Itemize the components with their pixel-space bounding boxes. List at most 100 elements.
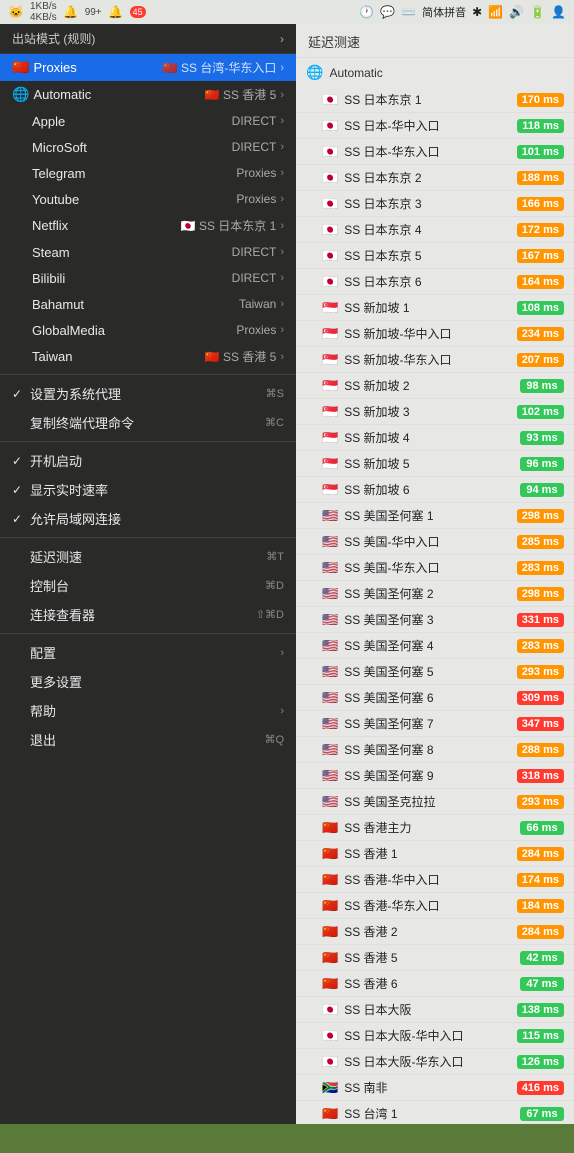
latency-item[interactable]: 🇸🇬SS 新加坡-华东入口207 ms	[296, 347, 574, 373]
menu-item-automatic[interactable]: 🌐 Automatic 🇨🇳 SS 香港 5 ›	[0, 81, 296, 108]
ms-label: MicroSoft	[32, 140, 232, 155]
clock-icon: 🕐	[359, 5, 374, 19]
latency-badge: 118 ms	[517, 119, 564, 133]
latency-item[interactable]: 🇯🇵SS 日本大阪138 ms	[296, 997, 574, 1023]
speed-check: ✓	[12, 483, 28, 497]
latency-item[interactable]: 🇺🇸SS 美国圣何塞 6309 ms	[296, 685, 574, 711]
latency-badge: 416 ms	[517, 1081, 564, 1095]
latency-item[interactable]: 🇨🇳SS 香港 647 ms	[296, 971, 574, 997]
help-label: 帮助	[30, 701, 280, 720]
menu-item-steam[interactable]: Steam DIRECT ›	[0, 239, 296, 265]
latency-item[interactable]: 🇺🇸SS 美国圣何塞 7347 ms	[296, 711, 574, 737]
latency-badge: 126 ms	[517, 1055, 564, 1069]
gm-arrow: ›	[280, 324, 284, 336]
menu-item-help[interactable]: ✓ 帮助 ›	[0, 696, 296, 725]
latency-name: SS 美国圣何塞 4	[344, 637, 517, 654]
latency-item[interactable]: 🇺🇸SS 美国圣何塞 8288 ms	[296, 737, 574, 763]
menu-item-bahamut[interactable]: Bahamut Taiwan ›	[0, 291, 296, 317]
latency-item[interactable]: 🇺🇸SS 美国-华中入口285 ms	[296, 529, 574, 555]
latency-item[interactable]: 🇸🇬SS 新加坡 298 ms	[296, 373, 574, 399]
latency-badge: 101 ms	[517, 145, 564, 159]
menu-item-more-settings[interactable]: ✓ 更多设置	[0, 667, 296, 696]
latency-item[interactable]: 🇯🇵SS 日本-华东入口101 ms	[296, 139, 574, 165]
menu-item-config[interactable]: ✓ 配置 ›	[0, 638, 296, 667]
automatic-arrow: ›	[280, 89, 284, 101]
menu-item-connection-viewer[interactable]: ✓ 连接查看器 ⇧⌘D	[0, 600, 296, 629]
copy-terminal-shortcut: ⌘C	[265, 416, 284, 429]
latency-badge: 138 ms	[517, 1003, 564, 1017]
latency-item[interactable]: 🇨🇳SS 香港主力66 ms	[296, 815, 574, 841]
latency-item[interactable]: 🇨🇳SS 香港-华中入口174 ms	[296, 867, 574, 893]
latency-flag: 🇺🇸	[322, 690, 338, 706]
latency-name: SS 新加坡-华中入口	[344, 325, 517, 342]
latency-item[interactable]: 🇨🇳SS 香港-华东入口184 ms	[296, 893, 574, 919]
latency-item[interactable]: 🇨🇳SS 香港 2284 ms	[296, 919, 574, 945]
latency-item[interactable]: 🇺🇸SS 美国圣何塞 1298 ms	[296, 503, 574, 529]
latency-item[interactable]: 🇯🇵SS 日本东京 5167 ms	[296, 243, 574, 269]
latency-item[interactable]: 🇸🇬SS 新加坡 694 ms	[296, 477, 574, 503]
latency-flag: 🇺🇸	[322, 716, 338, 732]
bell-icon[interactable]: 🔔	[108, 4, 124, 20]
latency-item[interactable]: 🇯🇵SS 日本东京 1170 ms	[296, 87, 574, 113]
latency-item[interactable]: 🇯🇵SS 日本东京 4172 ms	[296, 217, 574, 243]
latency-item[interactable]: 🇨🇳SS 香港 542 ms	[296, 945, 574, 971]
menu-item-apple[interactable]: Apple DIRECT ›	[0, 108, 296, 134]
menu-item-taiwan[interactable]: Taiwan 🇨🇳 SS 香港 5 ›	[0, 343, 296, 370]
latency-badge: 115 ms	[517, 1029, 564, 1043]
latency-item[interactable]: 🇯🇵SS 日本东京 2188 ms	[296, 165, 574, 191]
latency-item[interactable]: 🇨🇳SS 香港 1284 ms	[296, 841, 574, 867]
latency-flag: 🇨🇳	[322, 1106, 338, 1122]
latency-item[interactable]: 🇸🇬SS 新加坡-华中入口234 ms	[296, 321, 574, 347]
latency-item[interactable]: 🇺🇸SS 美国圣何塞 3331 ms	[296, 607, 574, 633]
latency-name: SS 日本东京 3	[344, 195, 517, 212]
latency-item[interactable]: 🇺🇸SS 美国-华东入口283 ms	[296, 555, 574, 581]
latency-item[interactable]: 🇸🇬SS 新加坡 1108 ms	[296, 295, 574, 321]
menu-item-globalmedia[interactable]: GlobalMedia Proxies ›	[0, 317, 296, 343]
menu-item-system-proxy[interactable]: ✓ 设置为系统代理 ⌘S	[0, 379, 296, 408]
menu-item-netflix[interactable]: Netflix 🇯🇵 SS 日本东京 1 ›	[0, 212, 296, 239]
latency-item[interactable]: 🇯🇵SS 日本东京 3166 ms	[296, 191, 574, 217]
menu-item-show-speed[interactable]: ✓ 显示实时速率	[0, 475, 296, 504]
latency-name: SS 香港 5	[344, 949, 520, 966]
latency-item[interactable]: 🇸🇬SS 新加坡 596 ms	[296, 451, 574, 477]
latency-item[interactable]: 🇺🇸SS 美国圣何塞 9318 ms	[296, 763, 574, 789]
notification-icon[interactable]: 🔔	[63, 4, 79, 20]
latency-item[interactable]: 🇨🇳SS 台湾 167 ms	[296, 1101, 574, 1124]
copy-terminal-label: 复制终端代理命令	[30, 413, 265, 432]
latency-item[interactable]: 🇿🇦SS 南非416 ms	[296, 1075, 574, 1101]
menu-item-youtube[interactable]: Youtube Proxies ›	[0, 186, 296, 212]
menu-item-console[interactable]: ✓ 控制台 ⌘D	[0, 571, 296, 600]
latency-auto-item[interactable]: 🌐 Automatic	[296, 58, 574, 87]
tg-value: Proxies	[236, 166, 276, 180]
latency-badge: 207 ms	[517, 353, 564, 367]
app-icon[interactable]: 🐱	[8, 4, 24, 20]
latency-item[interactable]: 🇺🇸SS 美国圣何塞 5293 ms	[296, 659, 574, 685]
menu-item-telegram[interactable]: Telegram Proxies ›	[0, 160, 296, 186]
proxies-value: 🇨🇳 SS 台湾-华东入口	[163, 59, 277, 76]
keyboard-icon: ⌨️	[401, 5, 416, 19]
menu-item-proxies[interactable]: 🇨🇳 Proxies 🇨🇳 SS 台湾-华东入口 ›	[0, 54, 296, 81]
latency-check: ✓	[12, 550, 28, 564]
latency-item[interactable]: 🇯🇵SS 日本东京 6164 ms	[296, 269, 574, 295]
latency-item[interactable]: 🇯🇵SS 日本-华中入口118 ms	[296, 113, 574, 139]
latency-item[interactable]: 🇺🇸SS 美国圣何塞 4283 ms	[296, 633, 574, 659]
menu-item-bilibili[interactable]: Bilibili DIRECT ›	[0, 265, 296, 291]
latency-flag: 🇿🇦	[322, 1080, 338, 1096]
menu-item-latency-test[interactable]: ✓ 延迟测速 ⌘T	[0, 542, 296, 571]
latency-item[interactable]: 🇸🇬SS 新加坡 3102 ms	[296, 399, 574, 425]
menu-item-allow-lan[interactable]: ✓ 允许局域网连接	[0, 504, 296, 533]
latency-flag: 🇸🇬	[322, 430, 338, 446]
latency-item[interactable]: 🇺🇸SS 美国圣何塞 2298 ms	[296, 581, 574, 607]
menu-item-quit[interactable]: ✓ 退出 ⌘Q	[0, 725, 296, 754]
latency-item[interactable]: 🇯🇵SS 日本大阪-华中入口115 ms	[296, 1023, 574, 1049]
ms-value: DIRECT	[232, 140, 277, 154]
menu-item-microsoft[interactable]: MicroSoft DIRECT ›	[0, 134, 296, 160]
latency-item[interactable]: 🇺🇸SS 美国圣克拉拉293 ms	[296, 789, 574, 815]
apple-arrow: ›	[280, 115, 284, 127]
latency-item[interactable]: 🇯🇵SS 日本大阪-华东入口126 ms	[296, 1049, 574, 1075]
latency-item[interactable]: 🇸🇬SS 新加坡 493 ms	[296, 425, 574, 451]
menu-item-copy-terminal[interactable]: ✓ 复制终端代理命令 ⌘C	[0, 408, 296, 437]
menu-item-start-on-boot[interactable]: ✓ 开机启动	[0, 446, 296, 475]
latency-name: SS 美国圣何塞 9	[344, 767, 517, 784]
console-label: 控制台	[30, 576, 265, 595]
